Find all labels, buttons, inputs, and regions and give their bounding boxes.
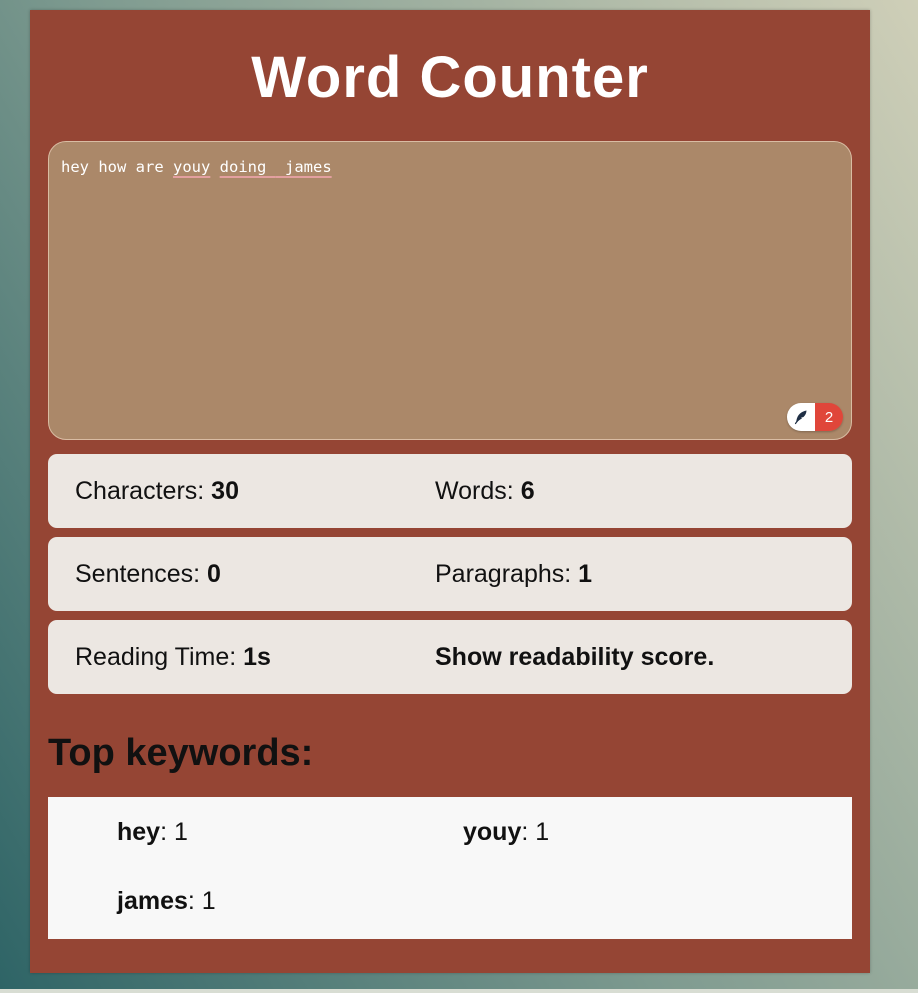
page-title: Word Counter bbox=[251, 45, 649, 110]
feather-icon[interactable] bbox=[787, 403, 815, 431]
keyword-word: hey bbox=[117, 818, 161, 846]
stat-label: Words: bbox=[435, 476, 514, 505]
stat-label: Paragraphs: bbox=[435, 559, 572, 588]
keyword-count: : 1 bbox=[521, 818, 550, 846]
grammar-issue-count[interactable]: 2 bbox=[815, 403, 843, 431]
keyword-item: james: 1 bbox=[117, 887, 216, 916]
top-keywords-heading: Top keywords: bbox=[48, 732, 314, 774]
stats-row-reading-readability: Reading Time: 1s Show readability score. bbox=[48, 620, 852, 694]
stat-characters: Characters: 30 bbox=[48, 477, 408, 506]
editor-text-james: james bbox=[275, 158, 332, 176]
keyword-item: hey: 1 bbox=[117, 818, 188, 847]
stat-sentences: Sentences: 0 bbox=[48, 560, 408, 589]
word-counter-card: Word Counter hey how are youy doing jame… bbox=[30, 10, 870, 973]
stat-reading-time: Reading Time: 1s bbox=[48, 643, 408, 672]
editor-text-plain: hey how are bbox=[61, 158, 173, 176]
misspelled-word-youy[interactable]: youy bbox=[173, 158, 210, 176]
window-bottom-edge bbox=[0, 989, 918, 993]
flagged-text-doing-james[interactable]: doing james bbox=[220, 158, 332, 176]
stat-value: 0 bbox=[207, 559, 221, 588]
keyword-item: youy: 1 bbox=[463, 818, 549, 847]
stat-value: 6 bbox=[520, 476, 535, 505]
editor-text[interactable]: hey how are youy doing james bbox=[61, 158, 332, 176]
keywords-list: hey: 1 youy: 1 james: 1 bbox=[48, 797, 852, 939]
stats-row-characters-words: Characters: 30 Words: 6 bbox=[48, 454, 852, 528]
stat-value: 1s bbox=[243, 642, 271, 671]
stat-label: Characters: bbox=[75, 476, 205, 505]
grammar-check-badge[interactable]: 2 bbox=[787, 403, 843, 431]
text-input-area[interactable]: hey how are youy doing james 2 bbox=[48, 141, 852, 440]
stat-words: Words: 6 bbox=[408, 477, 768, 506]
editor-text-space bbox=[210, 158, 219, 176]
keyword-word: youy bbox=[463, 818, 522, 846]
keyword-count: : 1 bbox=[187, 887, 216, 915]
keyword-count: : 1 bbox=[160, 818, 188, 846]
stat-paragraphs: Paragraphs: 1 bbox=[408, 560, 768, 589]
readability-cell: Show readability score. bbox=[408, 643, 768, 672]
stat-label: Reading Time: bbox=[75, 642, 237, 671]
stat-label: Sentences: bbox=[75, 559, 201, 588]
show-readability-button[interactable]: Show readability score. bbox=[435, 643, 714, 671]
editor-text-doing: doing bbox=[219, 158, 276, 176]
keyword-word: james bbox=[117, 887, 188, 915]
stat-value: 30 bbox=[211, 476, 239, 505]
stat-value: 1 bbox=[578, 559, 593, 588]
stats-row-sentences-paragraphs: Sentences: 0 Paragraphs: 1 bbox=[48, 537, 852, 611]
